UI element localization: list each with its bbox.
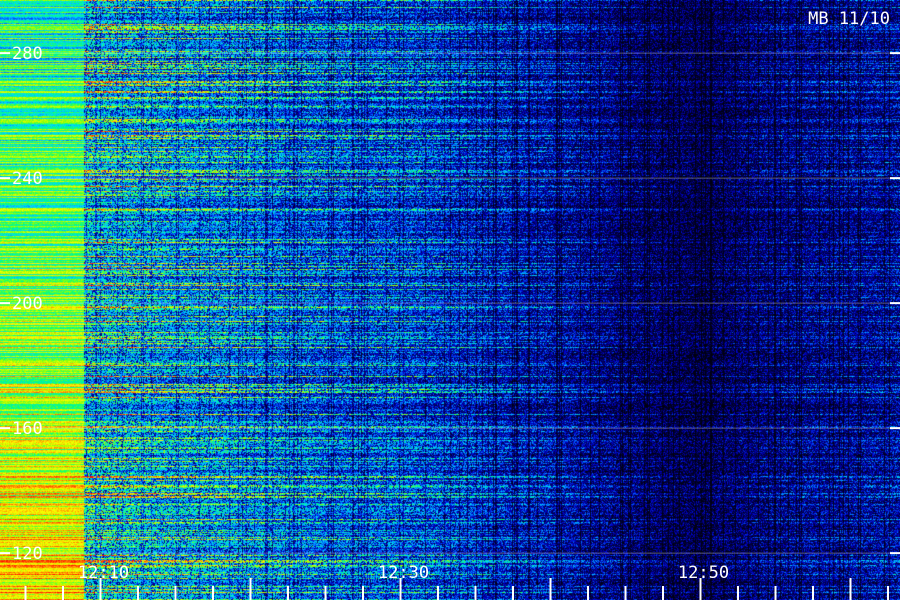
spectrogram-chart: 280 240 200 160 120 12:10 12:30 12:50 MB 11/10 <box>0 0 900 600</box>
spectrogram-heatmap <box>0 0 900 600</box>
